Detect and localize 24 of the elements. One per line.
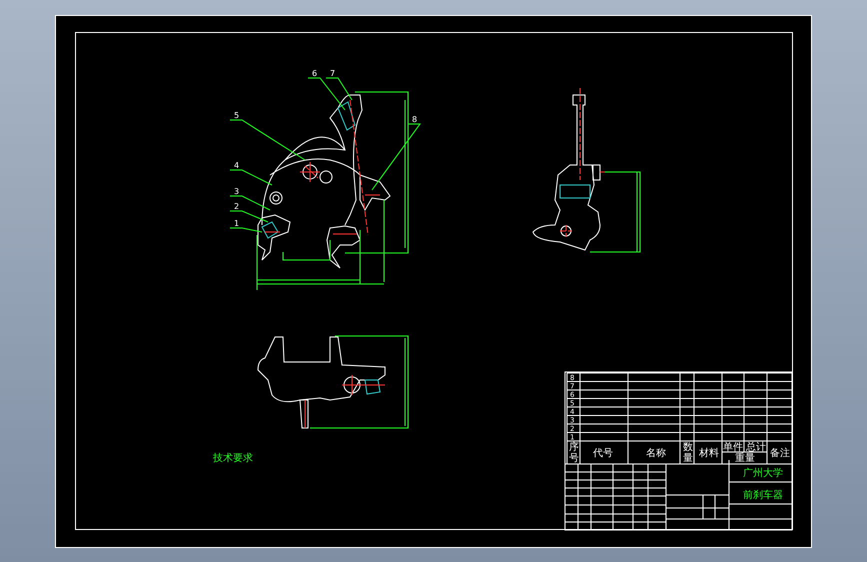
- leader-line: [230, 196, 270, 210]
- column-header: 备注: [770, 448, 790, 459]
- part-number-label: 3: [234, 187, 240, 196]
- column-header: 总计: [746, 442, 766, 453]
- school-name: 广州大学: [743, 468, 783, 479]
- leader-line: [230, 170, 272, 186]
- part-number-label: 4: [234, 161, 240, 170]
- part-number-label: 7: [330, 69, 336, 78]
- part-number-label: 2: [234, 202, 240, 211]
- part-number-label: 6: [312, 69, 318, 78]
- column-header: 数量: [683, 442, 693, 464]
- leader-line: [230, 228, 262, 232]
- column-header: 代号: [593, 448, 613, 459]
- column-header: 重量: [735, 453, 755, 464]
- column-header: 序号: [569, 442, 579, 464]
- part-number-label: 1: [234, 219, 240, 228]
- column-header: 材料: [699, 448, 719, 459]
- part-number-label: 8: [412, 115, 418, 124]
- drawing-name: 前刹车器: [743, 490, 783, 501]
- leader-line: [372, 124, 421, 190]
- column-header: 单件: [723, 442, 743, 453]
- column-header: 名称: [646, 448, 666, 459]
- part-number-label: 5: [234, 111, 240, 120]
- technical-requirements-title: 技术要求: [213, 453, 253, 464]
